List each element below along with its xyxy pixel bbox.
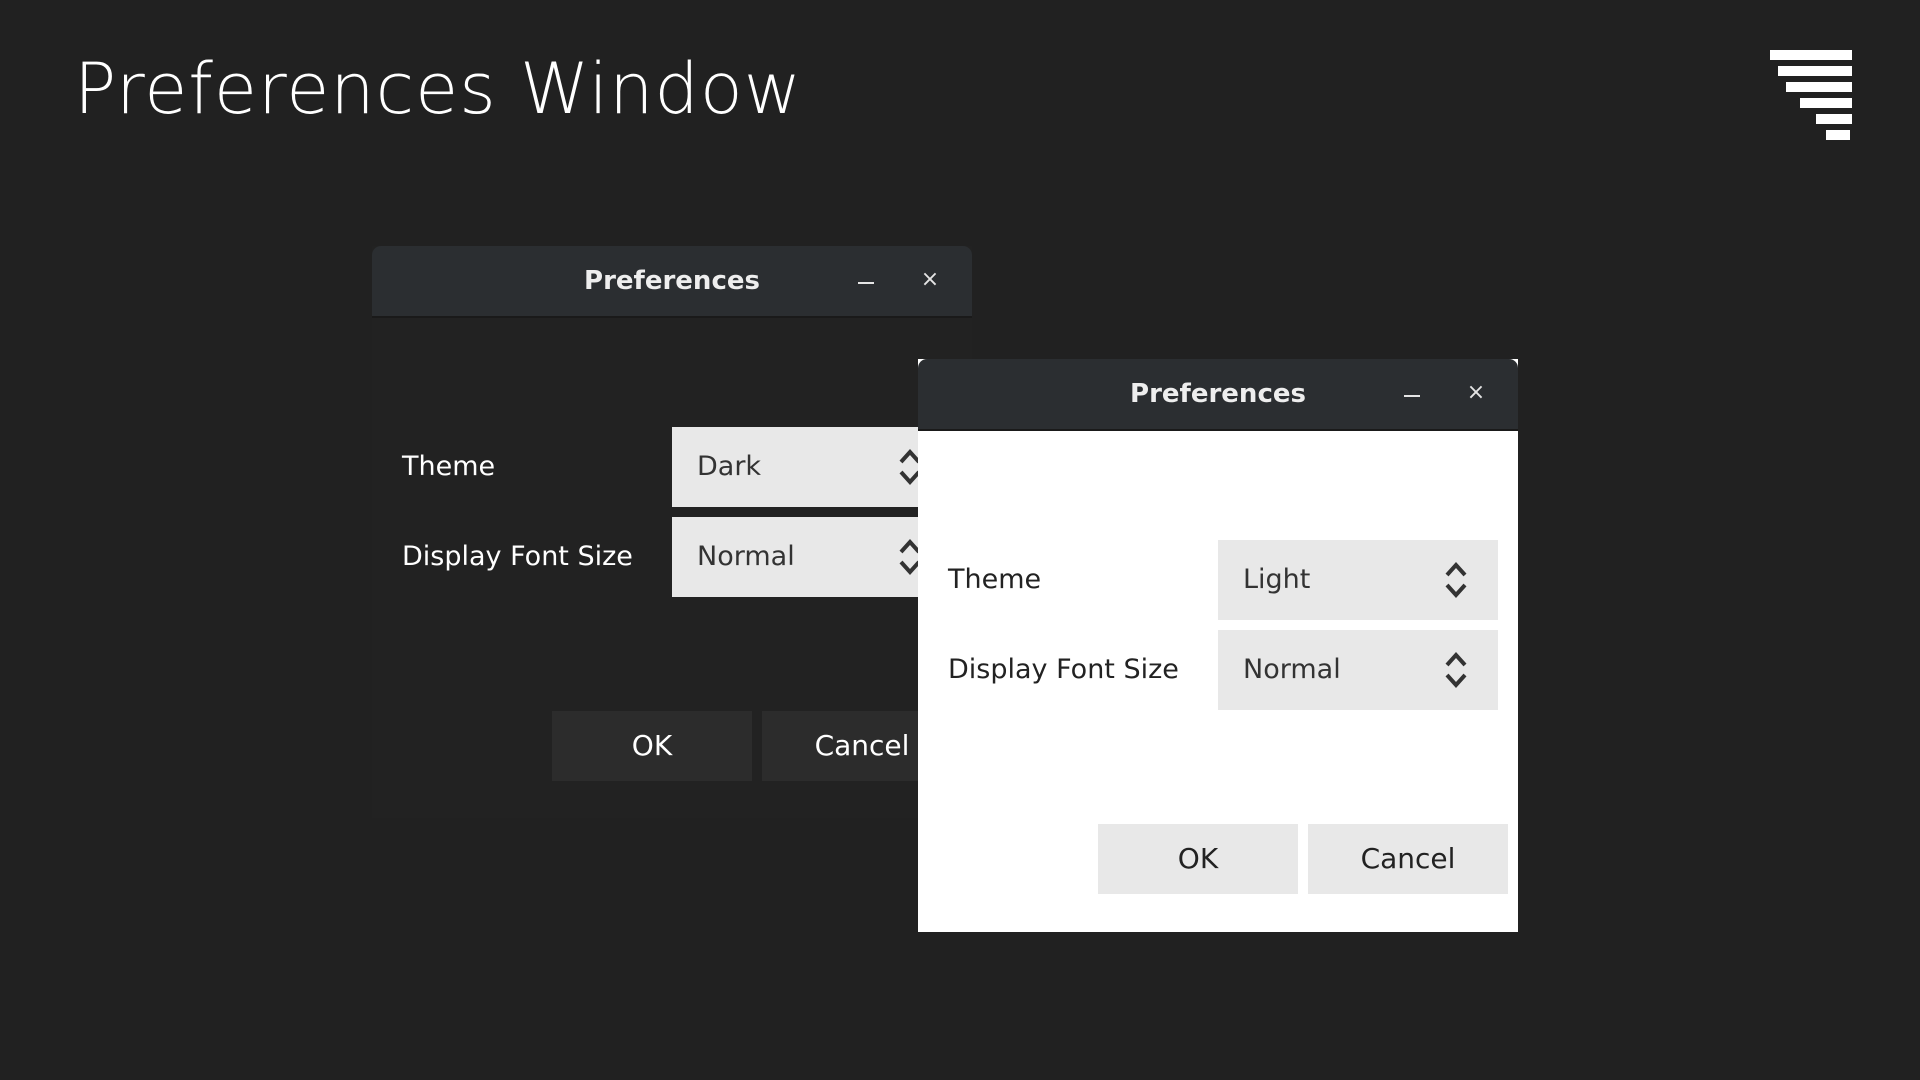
ok-button[interactable]: OK (1098, 824, 1298, 894)
theme-label: Theme (948, 564, 1042, 595)
minimize-icon[interactable] (858, 282, 874, 284)
theme-spinbox[interactable]: Dark (672, 427, 952, 507)
preferences-window-dark: Preferences × Theme Dark Display Font Si… (372, 246, 972, 818)
minimize-icon[interactable] (1404, 395, 1420, 397)
theme-spinbox[interactable]: Light (1218, 540, 1498, 620)
window-title: Preferences (1130, 379, 1306, 409)
display-font-size-label: Display Font Size (402, 541, 633, 572)
display-font-size-spinbox[interactable]: Normal (1218, 630, 1498, 710)
close-icon[interactable]: × (916, 266, 944, 294)
display-font-size-value: Normal (1243, 654, 1341, 685)
display-font-size-label: Display Font Size (948, 654, 1179, 685)
close-icon[interactable]: × (1462, 379, 1490, 407)
display-font-size-spinbox[interactable]: Normal (672, 517, 952, 597)
up-down-arrows-icon[interactable] (1443, 650, 1469, 690)
striped-funnel-logo (1770, 50, 1852, 140)
cancel-button[interactable]: Cancel (1308, 824, 1508, 894)
theme-label: Theme (402, 451, 496, 482)
display-font-size-value: Normal (697, 541, 795, 572)
ok-button[interactable]: OK (552, 711, 752, 781)
preferences-window-light: Preferences × Theme Light Display Font S… (918, 359, 1518, 932)
theme-value: Dark (697, 451, 762, 482)
window-titlebar[interactable]: Preferences × (918, 359, 1518, 431)
theme-value: Light (1243, 564, 1311, 595)
slide-title: Preferences Window (74, 48, 802, 130)
window-title: Preferences (584, 266, 760, 296)
up-down-arrows-icon[interactable] (1443, 560, 1469, 600)
window-titlebar[interactable]: Preferences × (372, 246, 972, 318)
